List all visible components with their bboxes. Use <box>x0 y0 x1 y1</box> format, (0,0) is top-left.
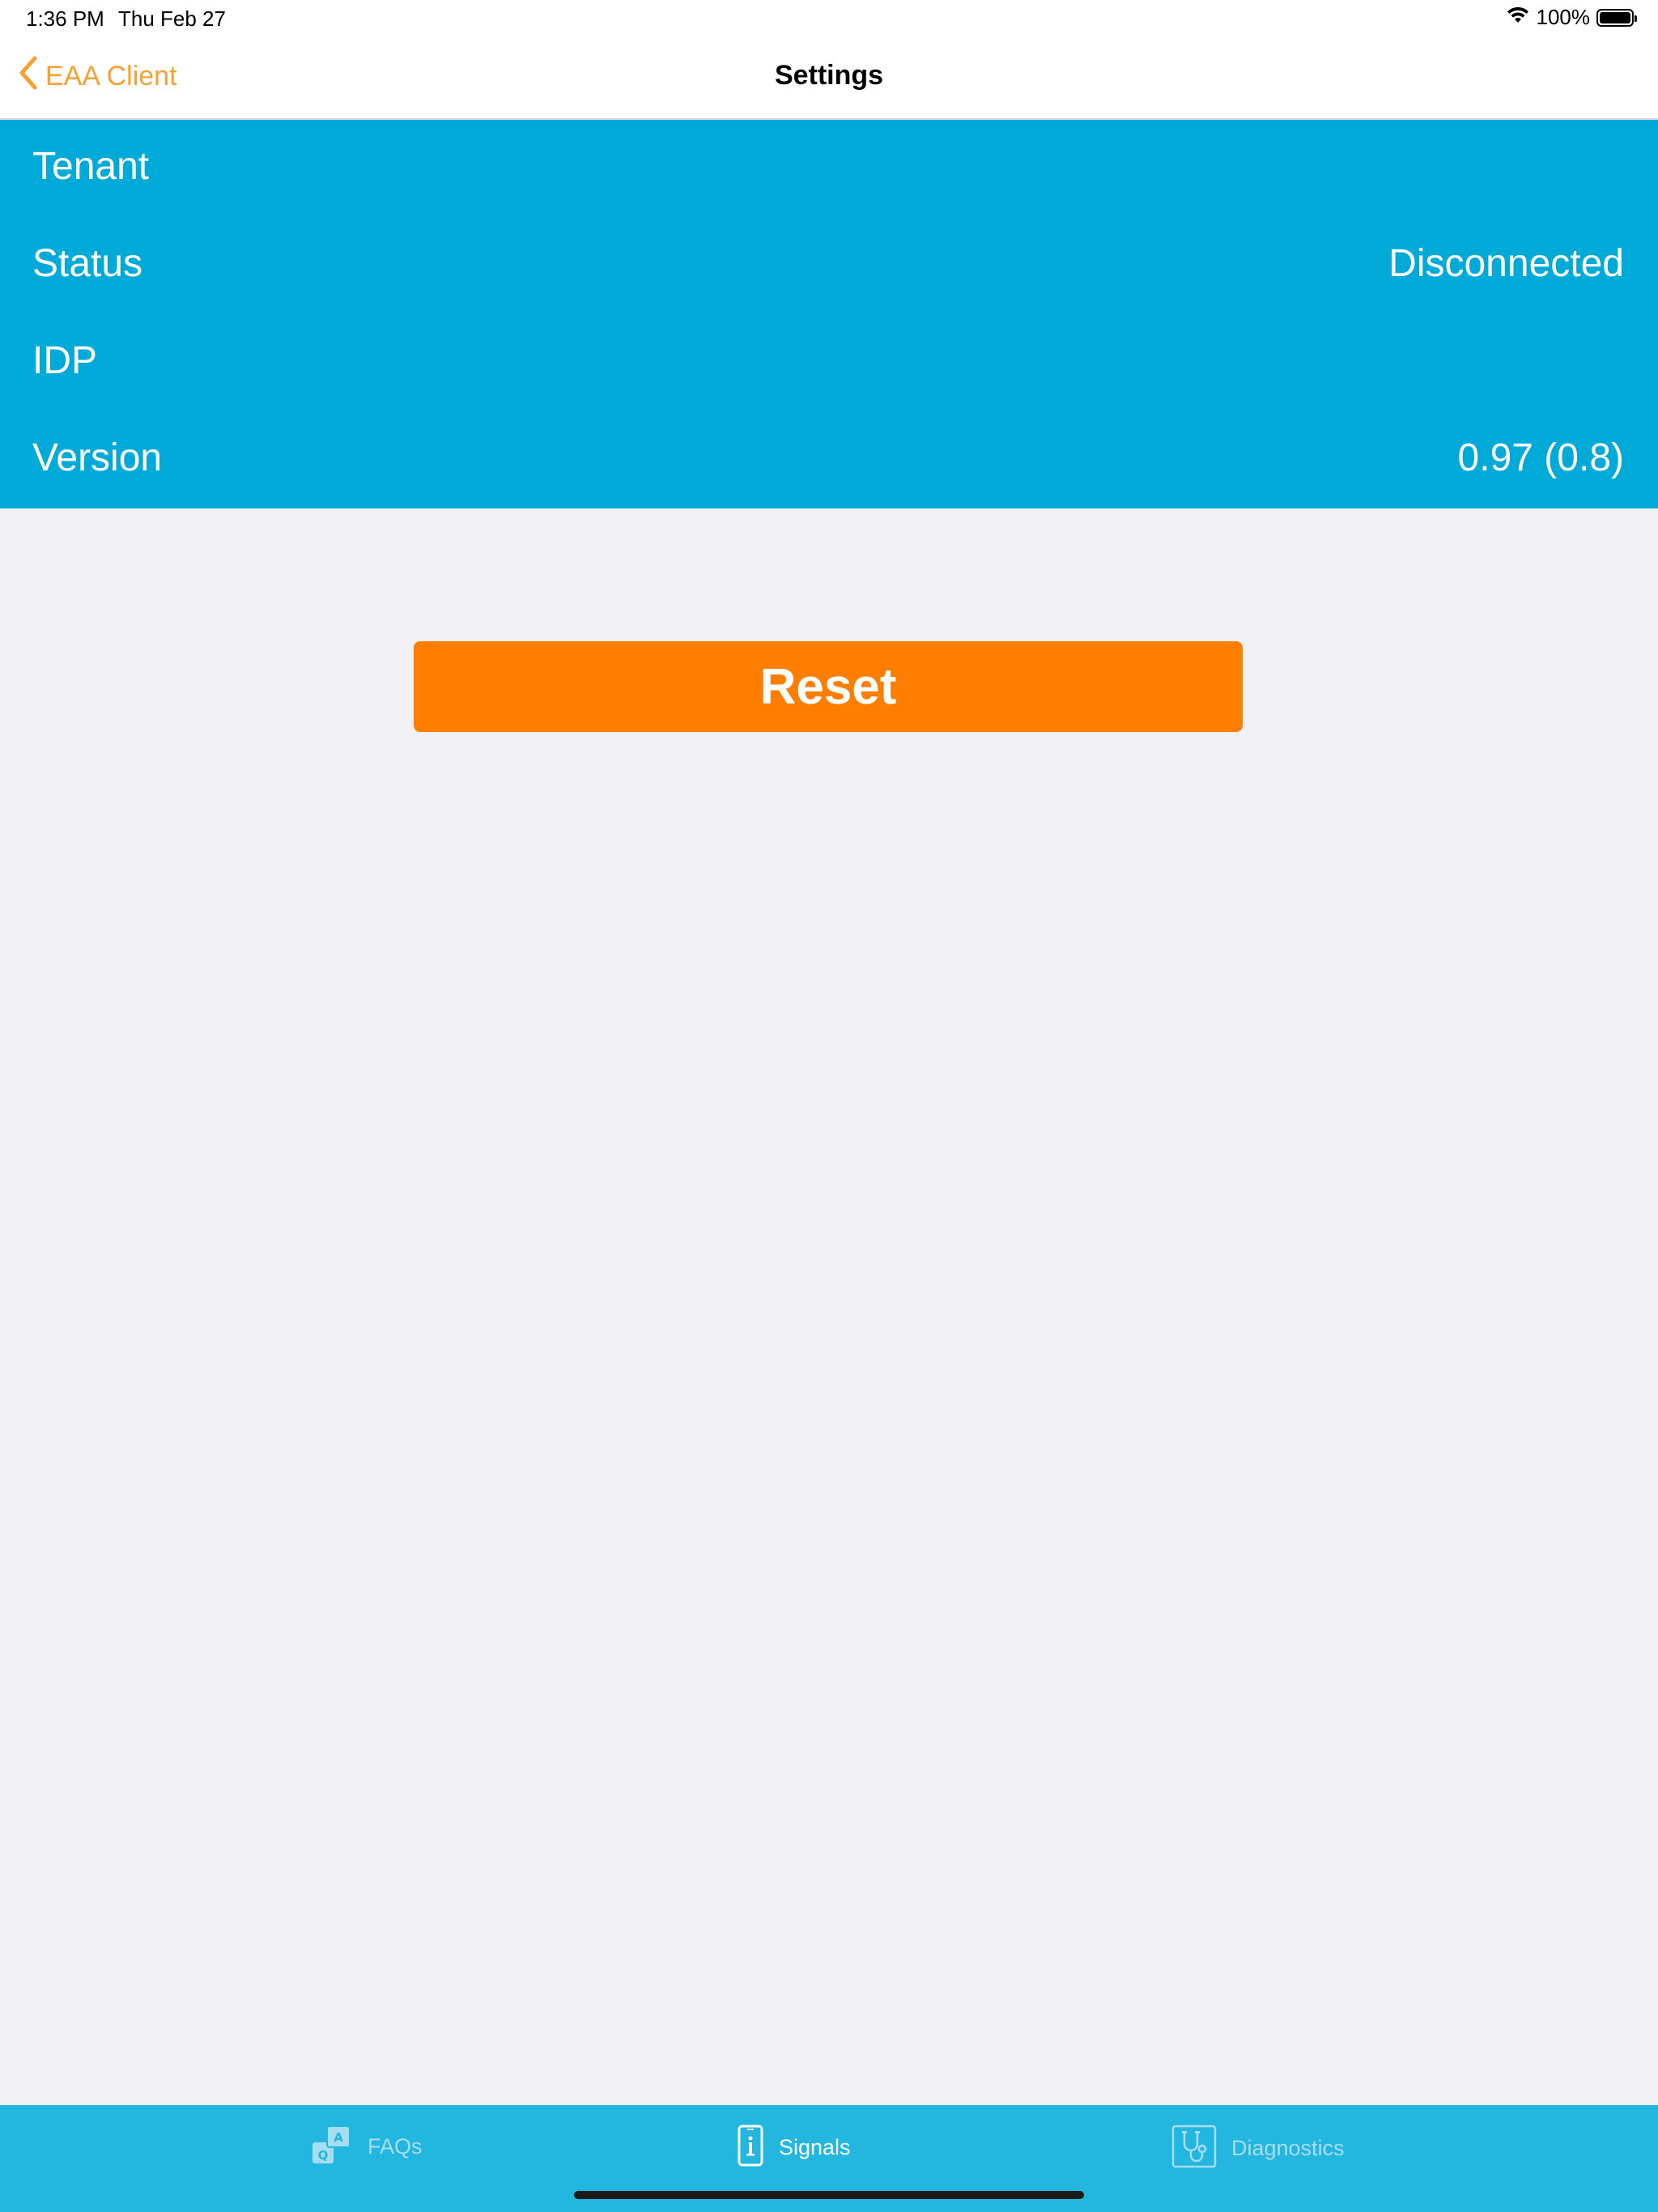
info-label: Version <box>32 436 163 479</box>
info-row-status: Status Disconnected <box>0 217 1658 314</box>
status-indicators: 100% <box>1506 5 1637 30</box>
battery-icon <box>1596 8 1637 27</box>
info-panel: Tenant Status Disconnected IDP Version 0… <box>0 120 1658 508</box>
tab-label: Diagnostics <box>1231 2136 1345 2160</box>
status-time: 1:36 PM <box>26 6 104 31</box>
tab-faqs[interactable]: A Q FAQs <box>312 2125 423 2169</box>
wifi-icon <box>1506 5 1530 30</box>
tab-signals[interactable]: Signals <box>737 2125 851 2171</box>
info-label: Tenant <box>32 145 150 188</box>
info-label: Status <box>32 242 143 285</box>
svg-text:A: A <box>334 2130 343 2145</box>
navigation-bar: EAA Client Settings <box>0 37 1658 120</box>
page-title: Settings <box>774 60 884 91</box>
info-label: IDP <box>32 339 98 382</box>
home-indicator[interactable] <box>574 2191 1084 2199</box>
info-row-idp: IDP <box>0 314 1658 411</box>
status-date: Thu Feb 27 <box>118 6 226 31</box>
reset-button[interactable]: Reset <box>414 641 1243 732</box>
info-row-tenant: Tenant <box>0 120 1658 217</box>
svg-text:Q: Q <box>318 2148 329 2163</box>
stethoscope-icon <box>1171 2125 1217 2172</box>
info-value: Disconnected <box>1388 242 1624 285</box>
status-bar: 1:36 PM Thu Feb 27 100% <box>0 0 1658 37</box>
battery-percent: 100% <box>1536 5 1591 29</box>
tab-label: Signals <box>779 2135 851 2159</box>
faq-icon: A Q <box>312 2125 353 2169</box>
device-info-icon <box>737 2125 764 2171</box>
info-value: 0.97 (0.8) <box>1457 436 1624 479</box>
info-row-version: Version 0.97 (0.8) <box>0 411 1658 508</box>
battery-fill <box>1600 11 1630 23</box>
tab-label: FAQs <box>368 2134 423 2159</box>
tab-diagnostics[interactable]: Diagnostics <box>1171 2125 1345 2172</box>
